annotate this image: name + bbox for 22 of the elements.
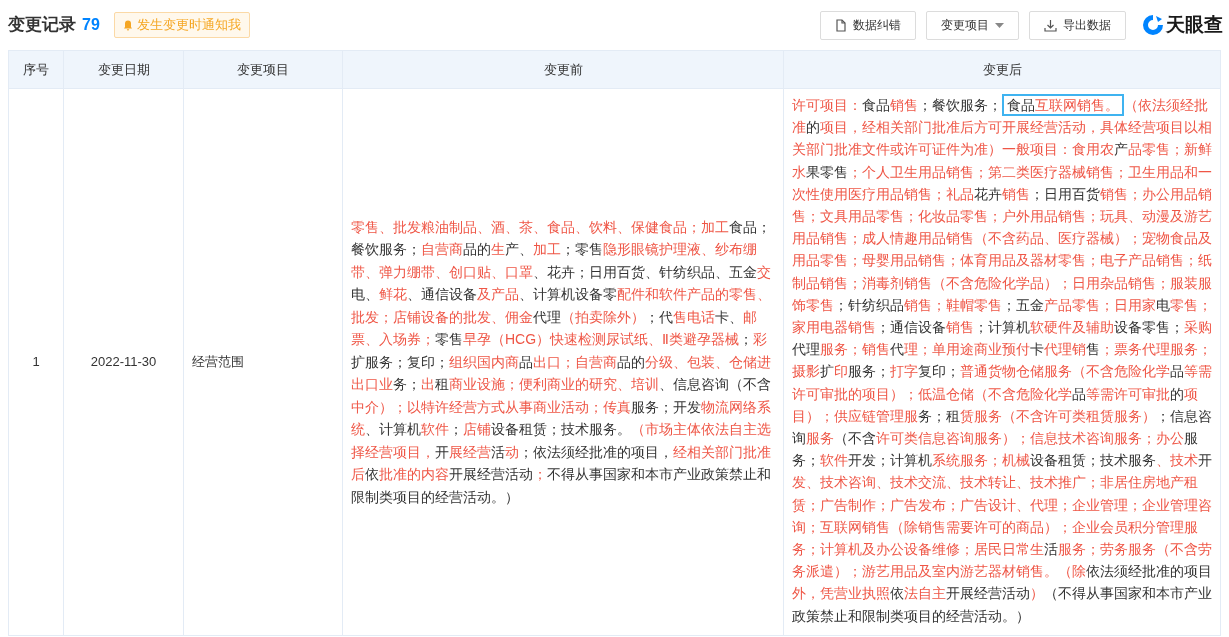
section-title: 变更记录 (8, 14, 76, 37)
logo-icon (1142, 14, 1164, 36)
bell-icon (122, 19, 133, 31)
highlight-frame: 食品互联网销售。 (1002, 94, 1124, 116)
document-icon (835, 18, 847, 32)
column-header: 变更日期 (97, 60, 150, 79)
scope-before-text: 零售、批发粮油制品、酒、茶、食品、饮料、保健食品；加工食品；餐饮服务；自营商品的生产、加工；零售隐形眼镜护理液、纱布绷带、弹力绷带、创口贴、口罩、花卉；日用百货、针纺织品、五金交 电、鲜花、通信设备及产品、计算机设备零配件和软件产品的零售、批发；店铺设备的批发、佣金代理（拍卖除外）；代售电话卡、邮票、入场券；零售早孕（HCG）快速检测尿试纸、Ⅱ类避孕器械；彩 扩服务；复印；组织国内商品出口；自营商品的分级、包装、仓储进出口业务；出租商业设施；便利商业的研究、培训、信息咨询（不含 中介）；以特许经营方式从事商业活动；传真服务；开发物流网络系统、计算机软件；店铺设备租赁；技术服务。（市场主体依法自主选择经营项目，开展经营活动；依法须经批准的项目，经相关部门批准后依批准的内容开展经营活动；不得从事国家和本市产业政策禁止和限制类项目的经营活动。） (351, 217, 772, 507)
table-cell-text: 经营范围 (192, 353, 244, 372)
table-cell-text: 2022-11-30 (90, 353, 157, 372)
dropdown-button[interactable]: 变更项目 (926, 10, 1019, 40)
download-icon (1044, 18, 1057, 32)
record-count: 79 (82, 15, 100, 35)
table-cell-text: 1 (32, 353, 40, 372)
column-header: 变更后 (982, 60, 1022, 79)
caret-icon (995, 22, 1004, 28)
scope-after-text: 许可项目：食品销售；餐饮服务； 食品互联网销售。 （依法须经批准的项目，经相关部门批准后方可开展经营活动，具体经营项目以相关部门批准文件或许可证件为准）一般项目：食用农产品零售；新鲜水果零售；个人卫生用品销售；第二类医疗器械销售；卫生用品和一次性使用医疗用品销售；礼品花卉销售；日用百货销售；办公用品销售；文具用品零售；化妆品零售；户外用品销售；玩具、动漫及游艺用品销售；成人情趣用品销售（不含药品、医疗器械）；宠物食品及用品零售；母婴用品销售；体育用品及器材零售；电子产品销售；纸制品销售；消毒剂销售（不含危险化学品）；日用杂品销售；服装服饰零售；针纺织品销售；鞋帽零售；五金产品零售；日用家电零售；家用电器销售；通信设备销售；计算机软硬件及辅助设备零售；采购 代理服务；销售代理；单用途商业预付卡代理销售；票务代理服务；摄影扩印服务；打字复印；普通货物仓储服务（不含危险化学品等需许可审批的项目）；低温仓储（不含危险化学品等需许可审批的项目）；供应链管理服务；租赁服务（不含许可类租赁服务）；信息咨询服务（不含许可类信息咨询服务）；信息技术咨询服务；办公服务；软件开发；计算机系统服务；机械设备租赁；技术服务、技术开 发、技术咨询、技术交流、技术转让、技术推广；非居住房地产租赁；广告制作；广告发布；广告设计、代理；企业管理；企业管理咨询；互联网销售（除销售需要许可的商品）；企业会员积分管理服务；计算机及办公设备维修；居民日常生活服务；劳务服务（不含劳务派遣）；游艺用品及室内游艺器材销售。（除依法须经批准的项目 外，凭营业执照依法自主开展经营活动）（不得从事国家和本市产业政策禁止和限制类项目的经营活动。） (792, 94, 1212, 627)
export-button[interactable]: 导出数据 (1029, 10, 1126, 40)
report-button[interactable]: 数据纠错 (820, 10, 916, 40)
logo-text: 天眼查 (1166, 12, 1223, 37)
column-header: 变更前 (543, 60, 583, 79)
column-header: 变更项目 (237, 60, 289, 79)
column-header: 序号 (23, 60, 49, 79)
